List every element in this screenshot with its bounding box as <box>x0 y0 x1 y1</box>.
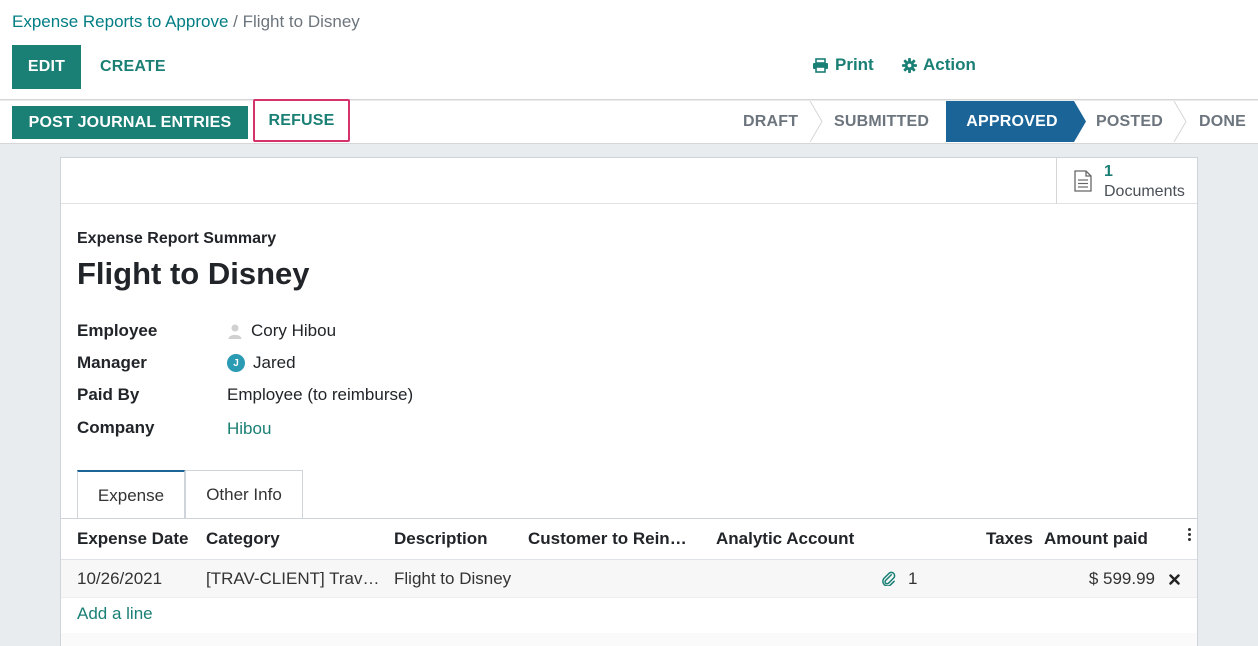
company-label: Company <box>77 418 155 437</box>
company-link[interactable]: Hibou <box>227 419 271 439</box>
add-line-link[interactable]: Add a line <box>77 604 153 624</box>
status-bar: POST JOURNAL ENTRIES REFUSE DRAFT SUBMIT… <box>0 99 1258 144</box>
post-journal-entries-button[interactable]: POST JOURNAL ENTRIES <box>12 106 248 139</box>
control-panel: Expense Reports to Approve / Flight to D… <box>0 0 1258 100</box>
row-expense-date: 10/26/2021 <box>77 569 163 588</box>
stage-submitted[interactable]: SUBMITTED <box>834 101 929 142</box>
form-sheet: 1 Documents Expense Report Summary Fligh… <box>60 157 1198 646</box>
employee-value: Cory Hibou <box>251 321 337 340</box>
expense-table-header: Expense Date Category Description Custom… <box>61 519 1197 560</box>
paid-by-value: Employee (to reimburse) <box>227 385 414 404</box>
print-label: Print <box>835 55 874 74</box>
summary-label: Expense Report Summary <box>77 230 277 247</box>
stage-separator <box>1173 101 1187 142</box>
stage-draft[interactable]: DRAFT <box>743 101 798 142</box>
table-row[interactable]: 10/26/2021 [TRAV-CLIENT] Travel (Client)… <box>61 560 1197 598</box>
button-box: 1 Documents <box>61 158 1197 204</box>
row-amount-paid: $ 599.99 <box>1088 569 1155 588</box>
row-attachment-count: 1 <box>908 569 918 588</box>
column-options-icon[interactable] <box>1188 528 1192 543</box>
action-button[interactable]: Action <box>902 55 976 75</box>
stage-approved[interactable]: APPROVED <box>946 101 1086 142</box>
user-placeholder-icon <box>228 324 242 339</box>
breadcrumb-current: Flight to Disney <box>242 12 360 31</box>
column-customer-to-reinvoice[interactable]: Customer to Reinvoice <box>528 529 692 549</box>
column-taxes[interactable]: Taxes <box>986 529 1038 549</box>
column-expense-date[interactable]: Expense Date <box>77 529 197 549</box>
stage-done[interactable]: DONE <box>1199 101 1246 142</box>
row-category: [TRAV-CLIENT] Travel (Client) <box>206 569 380 588</box>
breadcrumb-separator: / <box>233 12 238 31</box>
column-category[interactable]: Category <box>206 529 326 549</box>
gear-icon <box>902 57 917 73</box>
create-button[interactable]: CREATE <box>100 45 166 89</box>
tab-expense[interactable]: Expense <box>77 470 185 519</box>
tab-other-info[interactable]: Other Info <box>185 470 303 519</box>
document-icon <box>1074 170 1092 192</box>
stage-separator <box>809 101 823 142</box>
action-label: Action <box>923 55 976 74</box>
breadcrumb-parent-link[interactable]: Expense Reports to Approve <box>12 12 228 31</box>
edit-button[interactable]: EDIT <box>12 45 81 89</box>
paperclip-icon[interactable] <box>881 571 896 586</box>
column-description[interactable]: Description <box>394 529 514 549</box>
documents-label: Documents <box>1104 183 1185 200</box>
delete-row-icon[interactable] <box>1169 574 1180 585</box>
employee-label: Employee <box>77 321 158 340</box>
manager-value: Jared <box>253 353 296 372</box>
documents-smart-button[interactable]: 1 Documents <box>1056 158 1197 204</box>
refuse-button[interactable]: REFUSE <box>253 99 350 142</box>
printer-icon <box>813 57 828 73</box>
paid-by-label: Paid By <box>77 385 140 404</box>
manager-avatar: J <box>227 354 245 372</box>
report-title: Flight to Disney <box>77 256 310 291</box>
documents-count: 1 <box>1104 163 1113 180</box>
row-description: Flight to Disney <box>394 569 512 588</box>
column-amount-paid[interactable]: Amount paid <box>1044 529 1154 549</box>
print-button[interactable]: Print <box>812 55 874 75</box>
employee-field[interactable]: Cory Hibou <box>227 321 336 341</box>
breadcrumb: Expense Reports to Approve / Flight to D… <box>12 12 360 32</box>
stage-posted[interactable]: POSTED <box>1096 101 1163 142</box>
manager-field[interactable]: J Jared <box>227 353 296 373</box>
table-footer <box>61 633 1197 646</box>
manager-label: Manager <box>77 353 147 372</box>
column-analytic-account[interactable]: Analytic Account <box>716 529 866 549</box>
